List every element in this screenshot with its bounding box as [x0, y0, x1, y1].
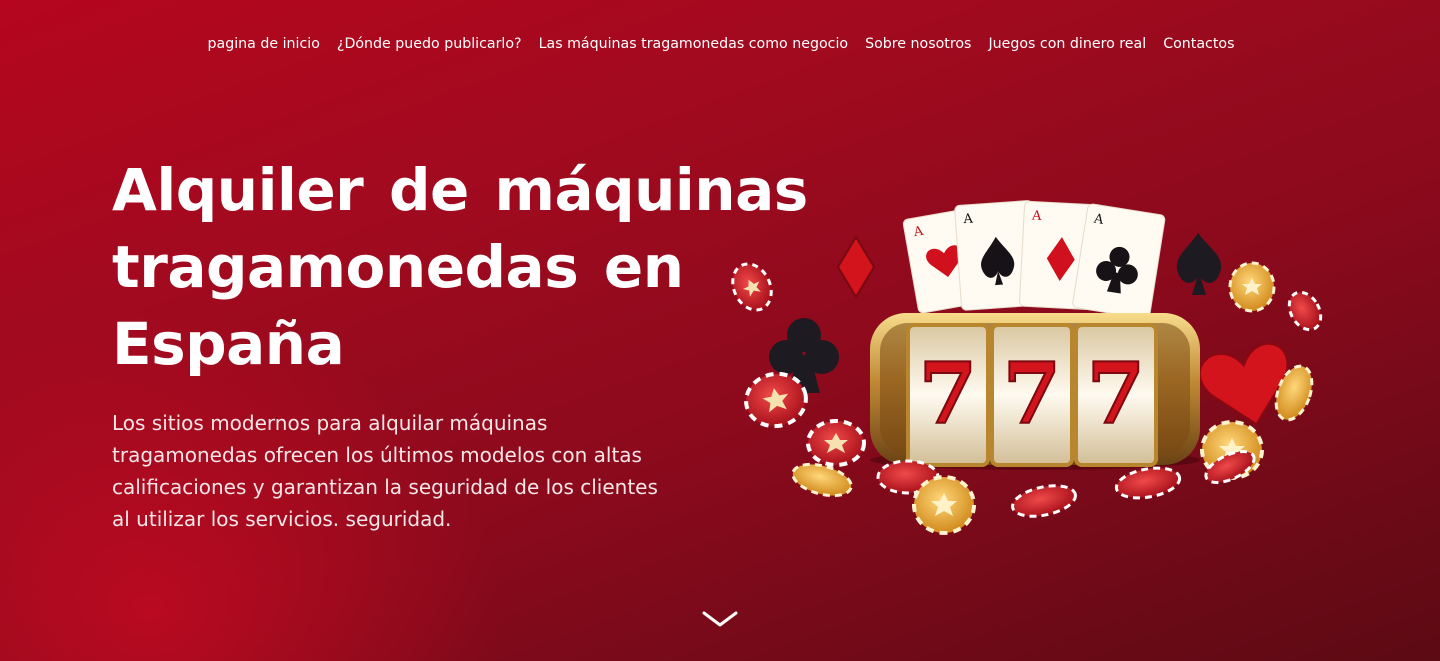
- page-title: Alquiler de máquinas tragamonedas en Esp…: [112, 152, 812, 383]
- reel-digit: 7: [1003, 344, 1061, 443]
- card-rank: A: [962, 211, 974, 227]
- title-line: Alquiler de máquinas: [112, 156, 808, 224]
- description-line: al utilizar los servicios. seguridad.: [112, 507, 452, 531]
- nav-link-home[interactable]: pagina de inicio: [208, 36, 320, 52]
- description-line: Los sitios modernos para alquilar máquin…: [112, 411, 548, 435]
- card-rank: A: [1031, 208, 1043, 224]
- hero-section: pagina de inicio ¿Dónde puedo publicarlo…: [0, 0, 1440, 661]
- description-line: tragamonedas ofrecen los últimos modelos…: [112, 443, 642, 467]
- chevron-down-icon[interactable]: [701, 607, 739, 631]
- hero-description: Los sitios modernos para alquilar máquin…: [112, 407, 702, 535]
- main-nav: pagina de inicio ¿Dónde puedo publicarlo…: [0, 36, 1440, 52]
- nav-link-real-money[interactable]: Juegos con dinero real: [988, 36, 1146, 52]
- nav-link-where-publish[interactable]: ¿Dónde puedo publicarlo?: [337, 36, 522, 52]
- reel-digit: 7: [1087, 344, 1145, 443]
- nav-link-business[interactable]: Las máquinas tragamonedas como negocio: [539, 36, 848, 52]
- title-line: tragamonedas en: [112, 233, 684, 301]
- reel-digit: 7: [919, 344, 977, 443]
- slot-machine-illustration: A A A A 7 7 7: [731, 200, 1323, 535]
- slot-machine: 7 7 7: [870, 313, 1200, 470]
- nav-link-about[interactable]: Sobre nosotros: [865, 36, 971, 52]
- title-line: España: [112, 310, 345, 378]
- diamond-icon: [836, 235, 876, 299]
- playing-cards: A A A A: [902, 200, 1166, 320]
- spade-icon: [1176, 233, 1222, 295]
- nav-link-contacts[interactable]: Contactos: [1163, 36, 1234, 52]
- description-line: calificaciones y garantizan la seguridad…: [112, 475, 658, 499]
